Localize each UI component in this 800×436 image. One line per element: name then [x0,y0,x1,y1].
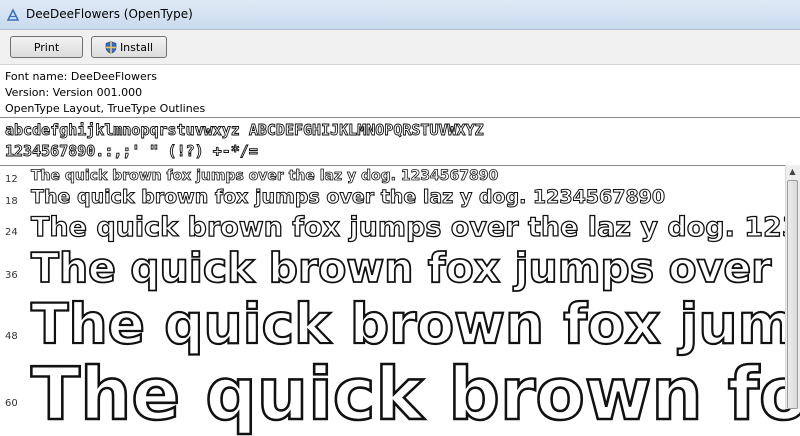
print-button-label: Print [33,40,60,54]
scroll-thumb[interactable] [787,180,798,409]
size-label-24: 24 [5,227,18,238]
charset-line-1: abcdefghijklmnopqrstuvwxyz ABCDEFGHIJKLM… [5,121,485,140]
font-info: Font name: DeeDeeFlowers Version: Versio… [5,69,205,117]
font-type-text: OpenType Layout, TrueType Outlines [5,102,206,115]
sample-text-24: The quick brown fox jumps over the laz y… [30,211,800,243]
size-label-12: 12 [5,174,18,185]
window-title: DeeDeeFlowers (OpenType) [26,7,193,21]
size-label-18: 18 [5,196,18,207]
font-name-text: Font name: DeeDeeFlowers [5,70,157,83]
sample-text-36: The quick brown fox jumps over the laz y… [30,243,800,293]
charset-line-2: 1234567890.:,;' " (!?) +-*/= [5,142,259,161]
shield-icon [105,40,117,54]
sample-text-48: The quick brown fox jumps over the laz y… [30,291,800,357]
install-button[interactable]: Install [91,36,167,58]
font-viewer-icon [6,8,20,21]
title-bar: DeeDeeFlowers (OpenType) [0,0,800,30]
sample-text-18: The quick brown fox jumps over the laz y… [30,186,666,209]
size-label-48: 48 [5,331,18,342]
toolbar: Print Install [0,30,800,65]
scroll-up-arrow-icon[interactable]: ▲ [786,166,799,178]
divider [0,165,800,166]
font-version-text: Version: Version 001.000 [5,86,143,99]
sample-text-60: The quick brown fox jumps over the laz y… [30,351,800,436]
print-button[interactable]: Print [10,36,83,58]
size-label-60: 60 [5,398,18,409]
install-button-label: Install [119,40,154,54]
size-label-36: 36 [5,270,18,281]
divider [0,117,800,118]
sample-text-12: The quick brown fox jumps over the laz y… [31,168,499,185]
